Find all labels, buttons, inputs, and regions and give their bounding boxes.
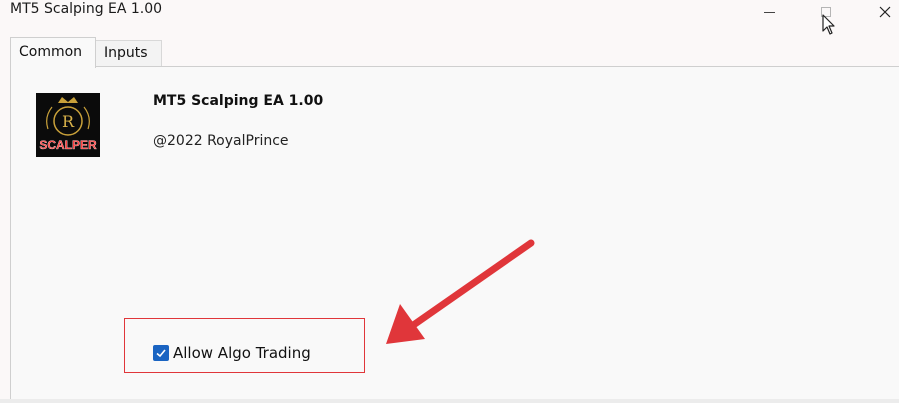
allow-algo-trading-label[interactable]: Allow Algo Trading [173, 344, 311, 362]
svg-text:R: R [62, 112, 75, 131]
scalper-logo-icon: R SCALPER [36, 93, 100, 157]
expert-name: MT5 Scalping EA 1.00 [153, 93, 324, 109]
title-bar: MT5 Scalping EA 1.00 [0, 0, 899, 32]
expert-logo: R SCALPER [36, 93, 100, 157]
minimize-button[interactable] [746, 0, 792, 24]
tab-common[interactable]: Common [10, 37, 96, 68]
checkmark-icon [156, 349, 166, 358]
window-title: MT5 Scalping EA 1.00 [10, 1, 163, 17]
close-icon [879, 6, 891, 18]
expert-copyright: @2022 RoyalPrince [153, 133, 289, 149]
allow-algo-trading-checkbox[interactable] [153, 345, 169, 361]
minimize-icon [763, 11, 775, 13]
tab-inputs[interactable]: Inputs [96, 40, 162, 67]
close-button[interactable] [862, 0, 899, 24]
svg-text:SCALPER: SCALPER [39, 138, 97, 152]
mouse-cursor-icon [822, 14, 835, 35]
window-bottom-border [0, 399, 899, 403]
